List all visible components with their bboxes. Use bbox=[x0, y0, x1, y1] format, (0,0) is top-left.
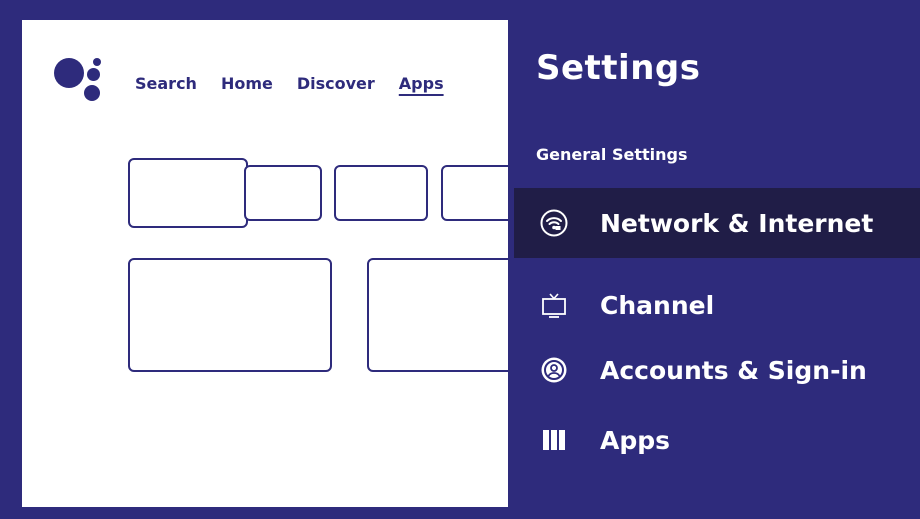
app-tile[interactable] bbox=[128, 158, 248, 228]
tv-screen: Search Home Discover Apps Settings Gener… bbox=[0, 0, 920, 519]
app-tile[interactable] bbox=[244, 165, 322, 221]
content-tile[interactable] bbox=[128, 258, 332, 372]
section-label: General Settings bbox=[536, 145, 688, 164]
nav-apps[interactable]: Apps bbox=[399, 74, 444, 93]
menu-item-label: Apps bbox=[600, 425, 671, 455]
settings-panel: Settings General Settings Network & Inte… bbox=[508, 0, 920, 519]
menu-item-channel[interactable]: Channel bbox=[508, 270, 920, 340]
menu-item-label: Channel bbox=[600, 290, 715, 320]
nav-home[interactable]: Home bbox=[221, 74, 273, 93]
content-tile[interactable] bbox=[367, 258, 508, 372]
home-nav: Search Home Discover Apps bbox=[135, 74, 444, 93]
home-screen: Search Home Discover Apps bbox=[22, 20, 508, 507]
menu-item-network-internet[interactable]: Network & Internet bbox=[514, 188, 920, 258]
menu-item-label: Accounts & Sign-in bbox=[600, 355, 867, 385]
page-title: Settings bbox=[536, 48, 701, 88]
google-assistant-icon[interactable] bbox=[54, 58, 110, 114]
menu-item-accounts-sign-in[interactable]: Accounts & Sign-in bbox=[508, 335, 920, 405]
nav-discover[interactable]: Discover bbox=[297, 74, 375, 93]
account-icon bbox=[540, 356, 568, 384]
menu-item-apps[interactable]: Apps bbox=[508, 405, 920, 475]
menu-item-label: Network & Internet bbox=[600, 208, 874, 238]
apps-icon bbox=[540, 426, 568, 454]
app-tile[interactable] bbox=[334, 165, 428, 221]
wifi-icon bbox=[540, 209, 568, 237]
app-tile[interactable] bbox=[441, 165, 508, 221]
tv-icon bbox=[540, 291, 568, 319]
nav-search[interactable]: Search bbox=[135, 74, 197, 93]
